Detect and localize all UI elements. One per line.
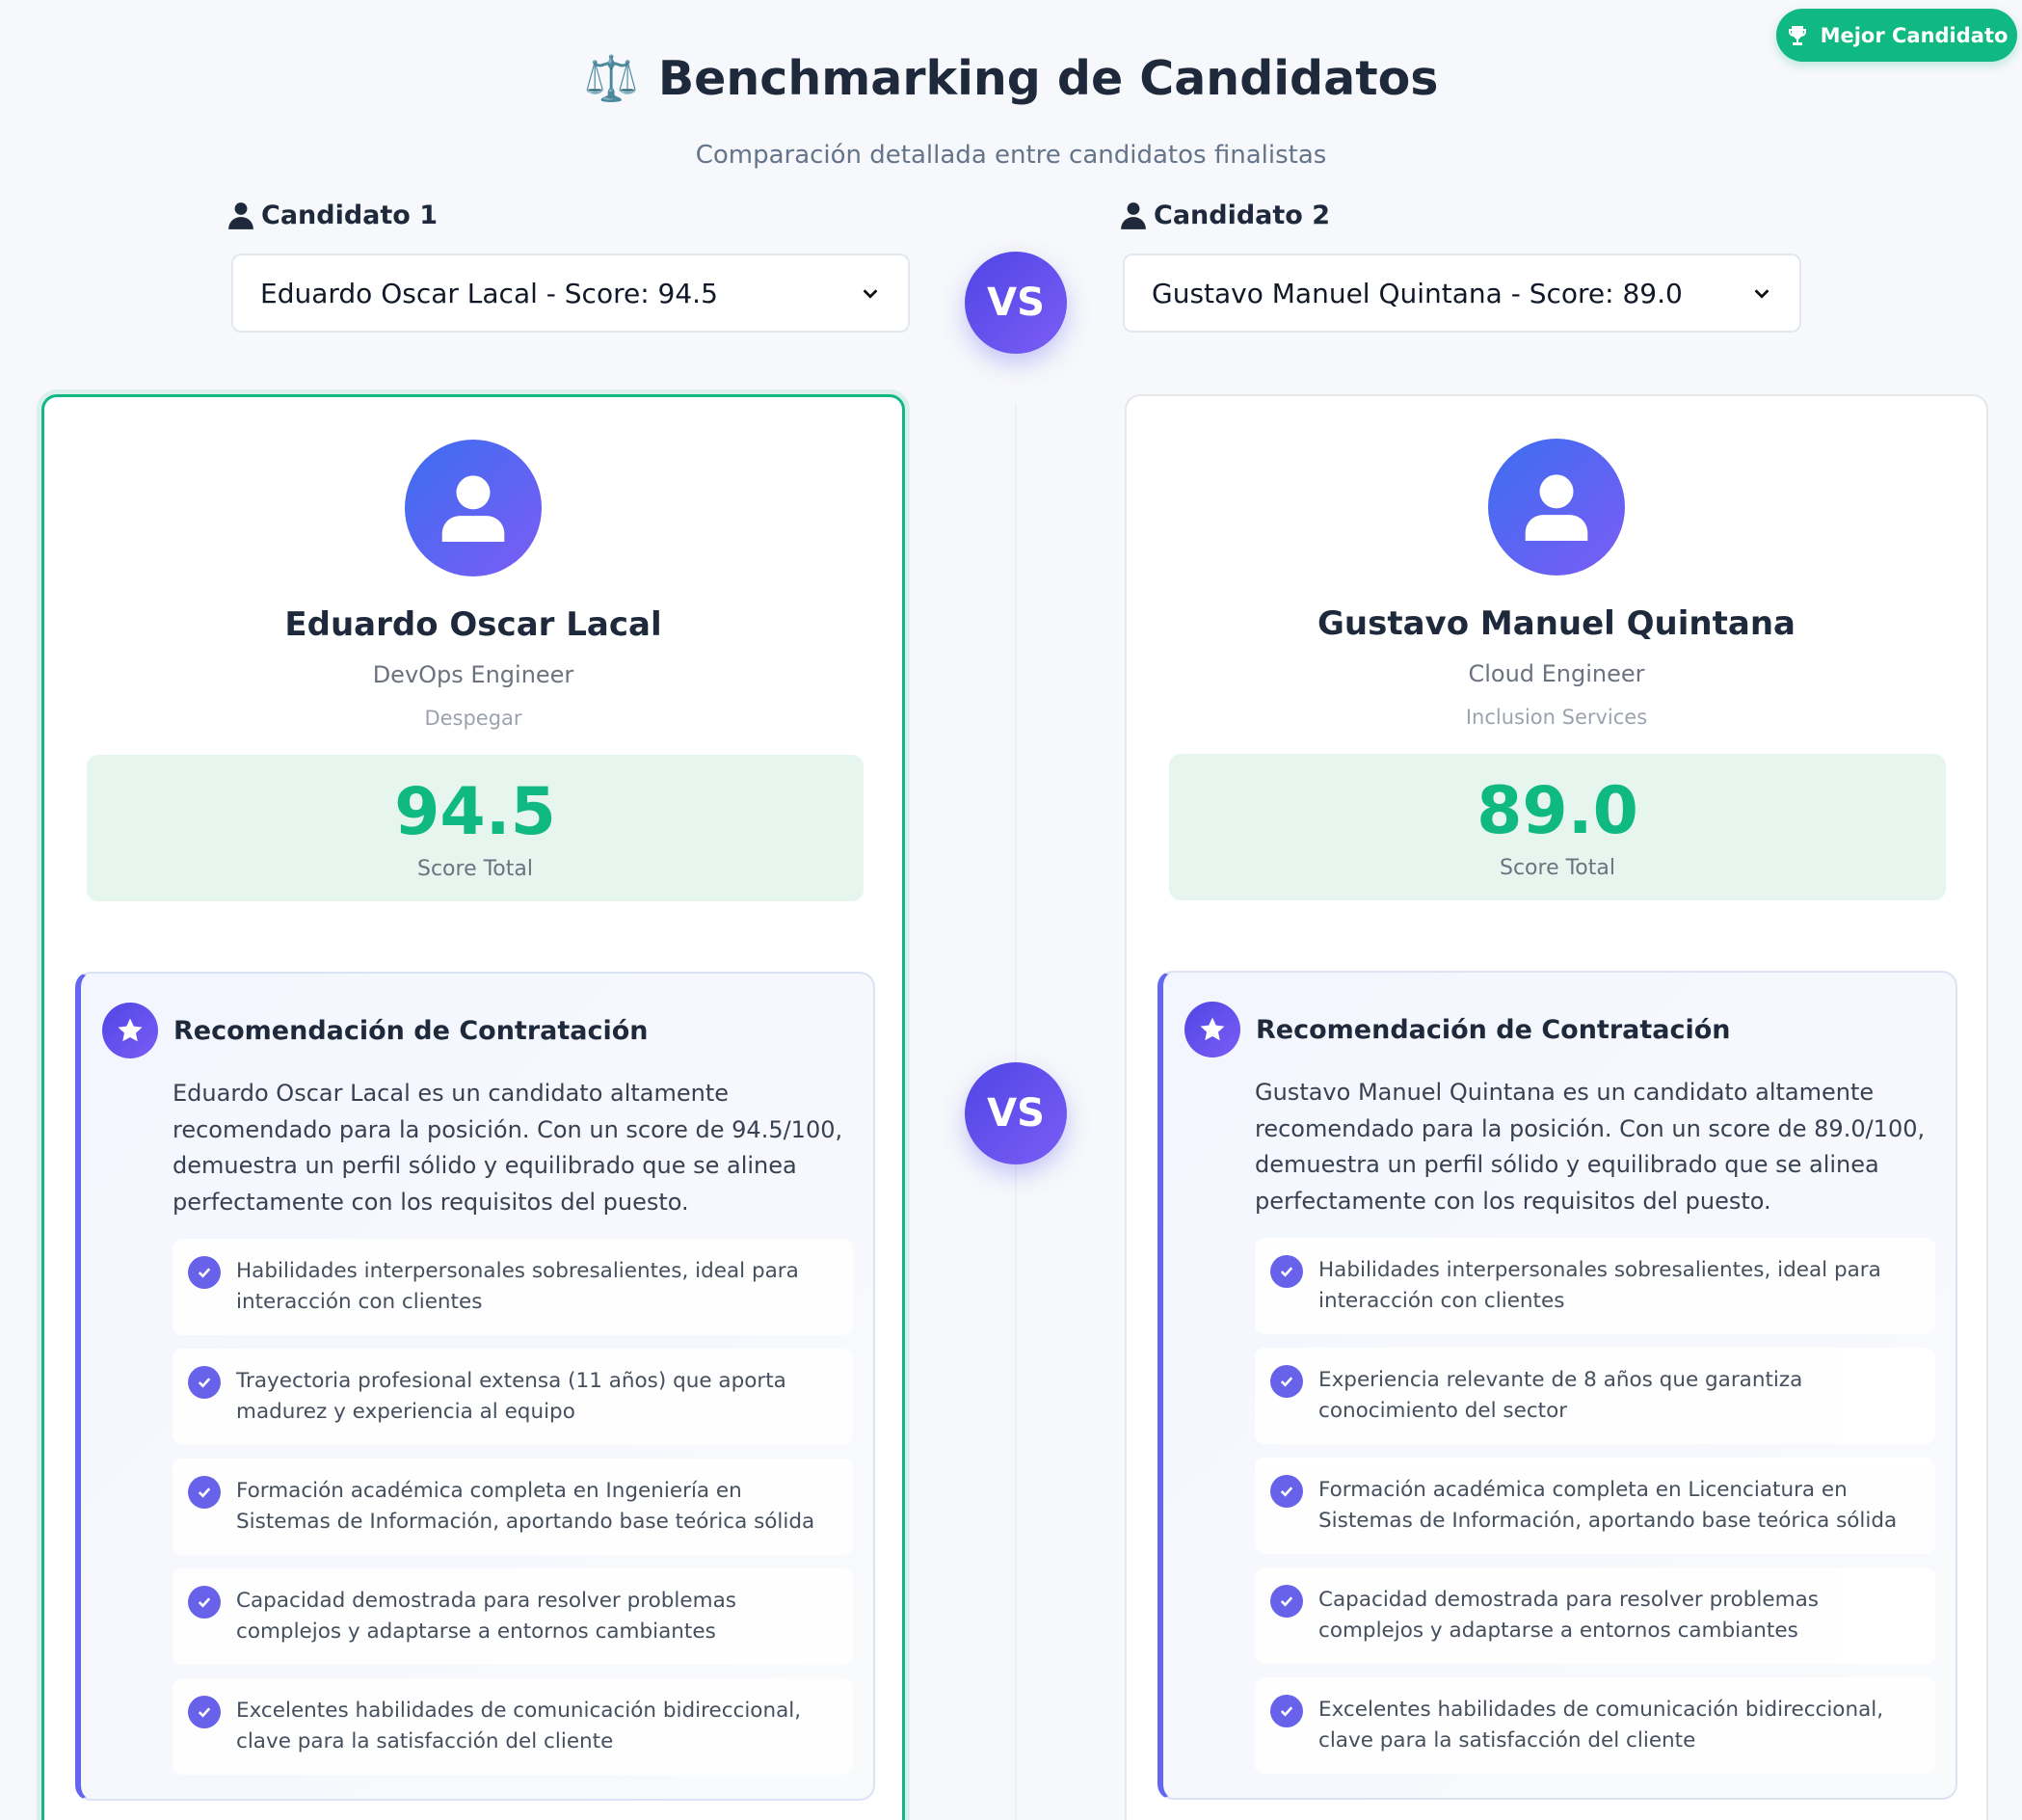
candidate-1-select[interactable]: Eduardo Oscar Lacal - Score: 94.5	[231, 254, 910, 333]
list-item: Excelentes habilidades de comunicación b…	[173, 1678, 853, 1775]
list-item-text: Habilidades interpersonales sobresalient…	[236, 1259, 799, 1314]
candidate-company: Inclusion Services	[1465, 706, 1648, 729]
star-icon	[102, 1003, 158, 1058]
list-item: Excelentes habilidades de comunicación b…	[1255, 1677, 1935, 1774]
list-item-text: Trayectoria profesional extensa (11 años…	[236, 1369, 786, 1424]
candidate-card-2: Gustavo Manuel Quintana Cloud Engineer I…	[1125, 394, 1988, 1820]
list-item: Trayectoria profesional extensa (11 años…	[173, 1349, 853, 1445]
strengths-list: Habilidades interpersonales sobresalient…	[173, 1239, 853, 1788]
chevron-down-icon	[863, 289, 878, 299]
recommendation-header: Recomendación de Contratación	[1184, 1002, 1731, 1057]
list-item-text: Experiencia relevante de 8 años que gara…	[1318, 1368, 1803, 1423]
recommendation-text: Gustavo Manuel Quintana es un candidato …	[1255, 1079, 1926, 1215]
avatar	[1488, 439, 1625, 575]
vs-badge-top: VS	[965, 252, 1067, 354]
list-item-text: Excelentes habilidades de comunicación b…	[236, 1699, 802, 1753]
candidate-card-1: Eduardo Oscar Lacal DevOps Engineer Desp…	[41, 394, 905, 1820]
candidate-2-label-text: Candidato 2	[1154, 201, 1331, 230]
scale-icon: ⚖️	[583, 51, 639, 104]
user-icon	[441, 475, 505, 542]
recommendation-panel: Recomendación de Contratación Eduardo Os…	[75, 972, 875, 1801]
recommendation-header: Recomendación de Contratación	[102, 1003, 649, 1058]
score-box: 94.5 Score Total	[87, 755, 864, 901]
user-icon	[1525, 474, 1588, 541]
score-label: Score Total	[417, 857, 533, 881]
recommendation-panel: Recomendación de Contratación Gustavo Ma…	[1157, 971, 1957, 1800]
list-item-text: Formación académica completa en Ingenier…	[236, 1479, 815, 1534]
check-icon	[1270, 1475, 1303, 1508]
user-icon	[1121, 201, 1146, 229]
candidate-1-select-value: Eduardo Oscar Lacal - Score: 94.5	[260, 277, 718, 309]
candidate-role: DevOps Engineer	[372, 661, 574, 688]
list-item-text: Habilidades interpersonales sobresalient…	[1318, 1258, 1881, 1313]
list-item: Formación académica completa en Licencia…	[1255, 1458, 1935, 1554]
page-title-text: Benchmarking de Candidatos	[657, 50, 1439, 106]
vs-badge-middle: VS	[965, 1062, 1067, 1164]
candidate-role: Cloud Engineer	[1468, 660, 1645, 687]
candidate-2-select-value: Gustavo Manuel Quintana - Score: 89.0	[1152, 277, 1683, 309]
list-item: Experiencia relevante de 8 años que gara…	[1255, 1348, 1935, 1444]
page-header: ⚖️ Benchmarking de Candidatos Comparació…	[0, 46, 2022, 171]
strengths-list: Habilidades interpersonales sobresalient…	[1255, 1238, 1935, 1787]
list-item-text: Capacidad demostrada para resolver probl…	[236, 1589, 736, 1644]
check-icon	[188, 1696, 221, 1728]
check-icon	[1270, 1365, 1303, 1398]
check-icon	[1270, 1695, 1303, 1727]
recommendation-text: Eduardo Oscar Lacal es un candidato alta…	[173, 1080, 843, 1216]
list-item-text: Formación académica completa en Licencia…	[1318, 1478, 1898, 1533]
list-item: Capacidad demostrada para resolver probl…	[1255, 1567, 1935, 1664]
star-icon	[1184, 1002, 1240, 1057]
recommendation-title: Recomendación de Contratación	[1256, 1014, 1731, 1045]
chevron-down-icon	[1754, 289, 1769, 299]
list-item: Formación académica completa en Ingenier…	[173, 1459, 853, 1555]
list-item-text: Excelentes habilidades de comunicación b…	[1318, 1698, 1884, 1753]
score-label: Score Total	[1500, 856, 1615, 880]
check-icon	[1270, 1255, 1303, 1288]
page-title: ⚖️ Benchmarking de Candidatos	[584, 46, 1439, 110]
user-icon	[228, 201, 253, 229]
list-item: Habilidades interpersonales sobresalient…	[173, 1239, 853, 1335]
candidate-1-label: Candidato 1	[228, 201, 438, 230]
recommendation-title: Recomendación de Contratación	[173, 1015, 649, 1046]
check-icon	[1270, 1585, 1303, 1618]
check-icon	[188, 1586, 221, 1619]
candidate-1-label-text: Candidato 1	[261, 201, 439, 230]
check-icon	[188, 1256, 221, 1289]
candidate-2-label: Candidato 2	[1121, 201, 1330, 230]
list-item-text: Capacidad demostrada para resolver probl…	[1318, 1588, 1819, 1643]
check-icon	[188, 1366, 221, 1399]
best-candidate-label: Mejor Candidato	[1820, 23, 2009, 47]
score-box: 89.0 Score Total	[1169, 754, 1946, 900]
check-icon	[188, 1476, 221, 1509]
candidate-company: Despegar	[424, 707, 522, 730]
candidate-name: Eduardo Oscar Lacal	[284, 605, 662, 644]
trophy-icon	[1788, 25, 1806, 45]
avatar	[405, 440, 542, 576]
page-subtitle: Comparación detallada entre candidatos f…	[695, 141, 1327, 170]
candidate-2-select[interactable]: Gustavo Manuel Quintana - Score: 89.0	[1123, 254, 1801, 333]
candidate-name: Gustavo Manuel Quintana	[1317, 604, 1796, 643]
score-value: 94.5	[394, 774, 556, 850]
score-value: 89.0	[1477, 773, 1638, 849]
list-item: Habilidades interpersonales sobresalient…	[1255, 1238, 1935, 1334]
list-item: Capacidad demostrada para resolver probl…	[173, 1568, 853, 1665]
